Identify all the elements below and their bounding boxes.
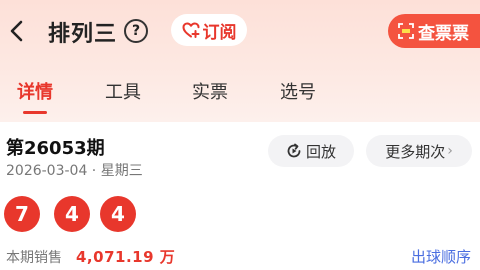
tab-real-tickets[interactable]: 实票 <box>192 78 228 104</box>
issue-number: 第26053期 <box>6 138 105 159</box>
result-ball: 7 <box>4 196 40 232</box>
result-ball: 4 <box>100 196 136 232</box>
help-icon[interactable]: ? <box>124 19 148 43</box>
tab-bar: 详情 工具 实票 选号 <box>0 78 480 114</box>
tab-tools[interactable]: 工具 <box>105 78 141 104</box>
more-issues-button[interactable]: 更多期次 › <box>366 135 472 167</box>
draw-order-link[interactable]: 出球顺序 <box>411 246 471 267</box>
replay-label: 回放 <box>305 142 336 161</box>
tab-details[interactable]: 详情 <box>17 78 53 114</box>
back-arrow-icon[interactable] <box>6 17 28 45</box>
chevron-right-icon: › <box>447 143 453 159</box>
result-ball: 4 <box>54 196 90 232</box>
replay-button[interactable]: 回放 <box>268 135 354 167</box>
ticket-scan-icon <box>398 23 414 39</box>
page-title: 排列三 <box>48 22 118 47</box>
heart-plus-icon <box>181 22 199 38</box>
draw-date: 2026-03-04 · 星期三 <box>6 163 143 179</box>
subscribe-label: 订阅 <box>202 22 237 43</box>
more-issues-label: 更多期次 <box>385 142 446 161</box>
sales-label: 本期销售 <box>6 250 62 266</box>
check-ticket-label: 查票票 <box>418 23 469 44</box>
subscribe-button[interactable]: 订阅 <box>171 14 247 46</box>
tab-pick-numbers[interactable]: 选号 <box>280 78 316 104</box>
check-ticket-button[interactable]: 查票票 <box>388 14 480 48</box>
sales-value: 4,071.19 万 <box>76 248 176 266</box>
replay-icon <box>287 143 301 158</box>
